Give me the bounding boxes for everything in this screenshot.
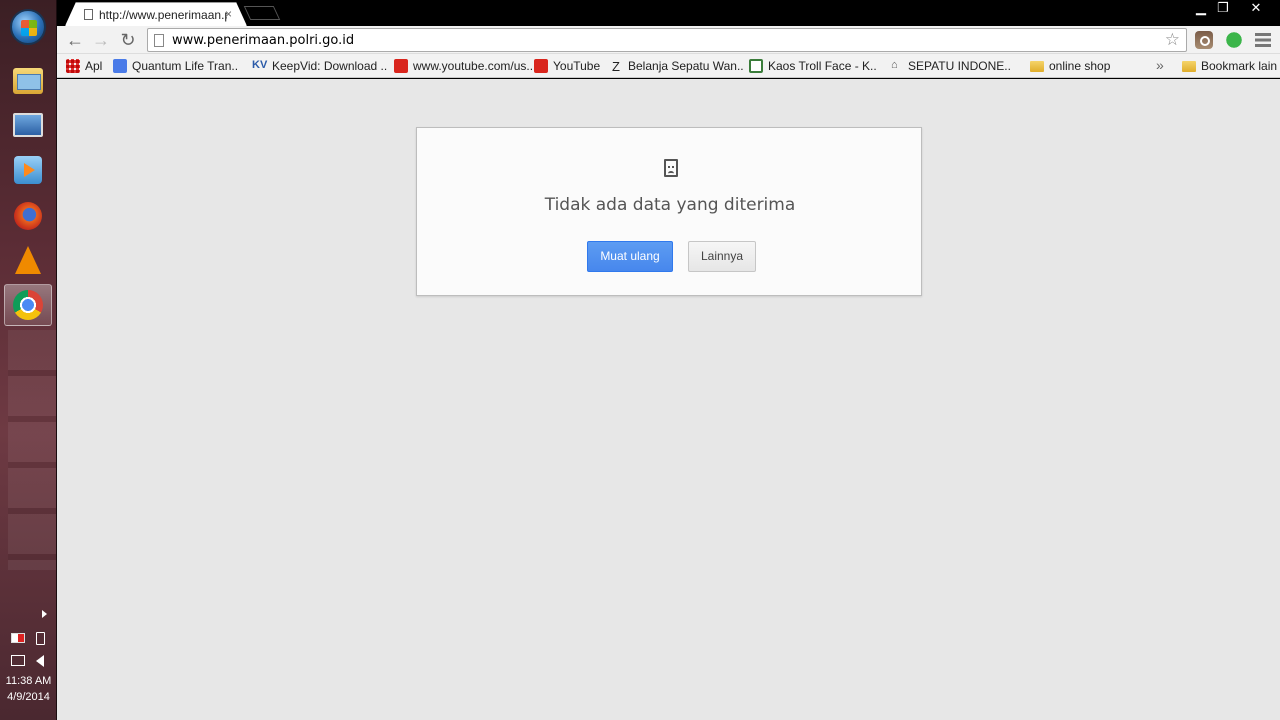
explorer-icon [13, 68, 43, 94]
battery-icon[interactable] [36, 632, 45, 645]
youtube-icon [394, 59, 408, 73]
browser-tab[interactable]: http://www.penerimaan.p × [65, 2, 247, 26]
sepatu-icon: ⌂ [891, 59, 898, 71]
bookmark-label: Belanja Sepatu Wan.. [628, 59, 744, 73]
google-icon [113, 59, 127, 73]
firefox-icon [14, 202, 42, 230]
browser-window: http://www.penerimaan.p × ▁ ❐ ✕ ← → ↻ ww… [57, 0, 1280, 720]
taskbar-firefox[interactable] [4, 195, 52, 237]
network-icon[interactable] [11, 655, 25, 666]
bookmark-star-icon[interactable]: ☆ [1165, 30, 1180, 50]
bookmark-label: KeepVid: Download .. [272, 59, 388, 73]
bookmark-label: Apl [85, 59, 103, 73]
media-player-icon [14, 156, 42, 184]
page-icon [84, 9, 93, 20]
bookmark-youtube[interactable]: YouTube [534, 58, 600, 74]
address-bar[interactable]: www.penerimaan.polri.go.id ☆ [147, 28, 1187, 52]
vlc-icon [15, 246, 41, 274]
bookmarks-overflow-chevron-icon[interactable]: » [1156, 57, 1164, 73]
bookmark-label: Bookmark lain [1201, 59, 1278, 73]
back-button[interactable]: ← [65, 30, 85, 50]
restore-button[interactable]: ❐ [1210, 0, 1236, 18]
page-icon [154, 33, 164, 47]
bookmark-label: YouTube [553, 59, 601, 73]
bookmark-folder-online-shop[interactable]: online shop [1030, 58, 1110, 74]
taskbar-vlc[interactable] [4, 239, 52, 281]
tab-strip: http://www.penerimaan.p × ▁ ❐ ✕ [57, 0, 1280, 26]
bookmark-folder-other[interactable]: Bookmark lain [1182, 58, 1277, 74]
taskbar-explorer[interactable] [4, 60, 52, 102]
hamburger-menu-icon[interactable] [1255, 33, 1271, 47]
start-button[interactable] [4, 6, 52, 48]
bookmark-sepatu-indonesia[interactable]: ⌂ SEPATU INDONE.. [891, 58, 1011, 74]
remote-desktop-icon [13, 113, 43, 137]
bookmark-kaos-troll[interactable]: Kaos Troll Face - K.. [749, 58, 877, 74]
url-text[interactable]: www.penerimaan.polri.go.id [172, 33, 354, 48]
volume-icon[interactable] [36, 655, 44, 667]
folder-icon [1182, 60, 1196, 72]
bookmark-label: SEPATU INDONE.. [908, 59, 1011, 73]
instagram-extension-icon[interactable] [1195, 31, 1213, 49]
more-button[interactable]: Lainnya [688, 241, 756, 272]
bookmark-apps[interactable]: Apl [66, 58, 102, 74]
bookmark-label: Kaos Troll Face - K.. [768, 59, 877, 73]
bookmark-youtube-user[interactable]: www.youtube.com/us.. [394, 58, 533, 74]
bookmarks-bar: Apl Quantum Life Tran.. KV KeepVid: Down… [57, 54, 1280, 78]
close-window-button[interactable]: ✕ [1243, 0, 1269, 18]
taskbar-media-player[interactable] [4, 149, 52, 191]
tab-title: http://www.penerimaan.p [99, 7, 227, 22]
bookmark-keepvid[interactable]: KV KeepVid: Download .. [252, 58, 387, 74]
show-hidden-icons-arrow-icon[interactable] [42, 610, 47, 618]
action-center-flag-icon[interactable] [11, 633, 25, 643]
tab-close-icon[interactable]: × [225, 7, 232, 21]
browser-toolbar: ← → ↻ www.penerimaan.polri.go.id ☆ [57, 26, 1280, 54]
bookmark-label: www.youtube.com/us.. [413, 59, 534, 73]
youtube-icon [534, 59, 548, 73]
taskbar-chrome[interactable] [4, 284, 52, 326]
bookmark-label: Quantum Life Tran.. [132, 59, 239, 73]
reload-button[interactable]: ↻ [118, 30, 138, 50]
reload-page-button[interactable]: Muat ulang [587, 241, 673, 272]
windows-orb-icon [10, 9, 46, 45]
error-message: Tidak ada data yang diterima [544, 195, 796, 215]
bookmark-label: online shop [1049, 59, 1111, 73]
apps-grid-icon [66, 59, 80, 73]
error-card: Tidak ada data yang diterima Muat ulang … [416, 127, 922, 296]
forward-button[interactable]: → [91, 30, 111, 50]
page-content: Tidak ada data yang diterima Muat ulang … [57, 79, 1280, 720]
clock-time[interactable]: 11:38 AM [0, 675, 57, 687]
bookmark-quantum[interactable]: Quantum Life Tran.. [113, 58, 238, 74]
bookmark-belanja-sepatu[interactable]: Z Belanja Sepatu Wan.. [612, 58, 744, 74]
green-extension-icon[interactable] [1225, 31, 1243, 49]
taskbar-remote-desktop[interactable] [4, 104, 52, 146]
clock-date[interactable]: 4/9/2014 [0, 691, 57, 703]
new-tab-button[interactable] [243, 6, 281, 20]
folder-icon [1030, 60, 1044, 72]
kaos-icon [749, 59, 763, 73]
taskbar: 11:38 AM 4/9/2014 [0, 0, 57, 720]
sad-page-icon [664, 159, 678, 177]
chrome-icon [13, 290, 43, 320]
keepvid-icon: KV [252, 59, 268, 71]
zalora-icon: Z [612, 59, 620, 74]
